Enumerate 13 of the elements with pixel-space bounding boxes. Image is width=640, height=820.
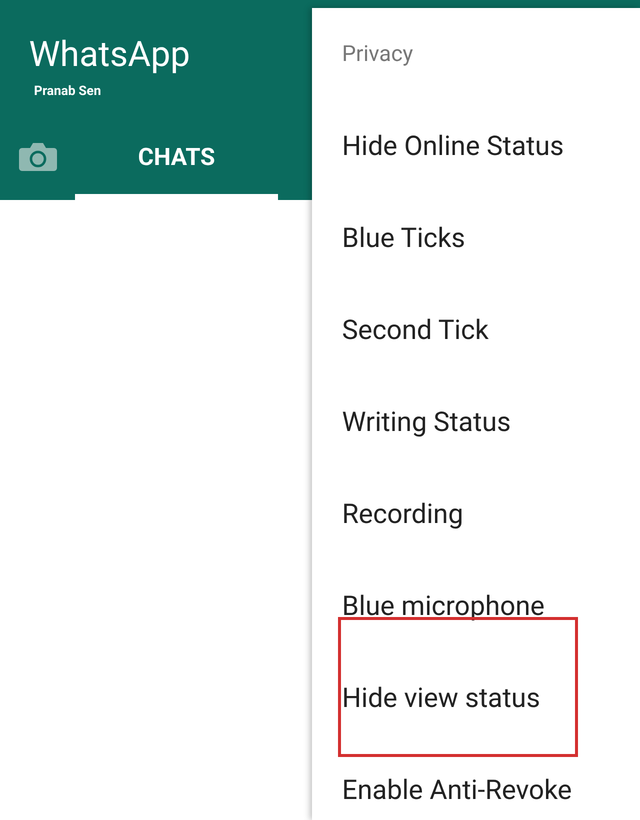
camera-icon (18, 140, 58, 172)
menu-item[interactable]: Hide Online Status (312, 100, 640, 192)
menu-item[interactable]: Hide view status (312, 652, 640, 744)
user-name: Pranab Sen (34, 83, 101, 101)
menu-item[interactable]: Writing Status (312, 376, 640, 468)
menu-header: Privacy (341, 40, 414, 68)
menu-item[interactable]: Enable Anti-Revoke (312, 744, 640, 820)
menu-item[interactable]: Blue microphone (312, 560, 640, 652)
menu-item[interactable]: Recording (312, 468, 640, 560)
app-title: WhatsApp (29, 34, 190, 76)
menu-item[interactable]: Blue Ticks (312, 192, 640, 284)
chats-tab[interactable]: CHATS (75, 125, 278, 200)
menu-item[interactable]: Second Tick (312, 284, 640, 376)
